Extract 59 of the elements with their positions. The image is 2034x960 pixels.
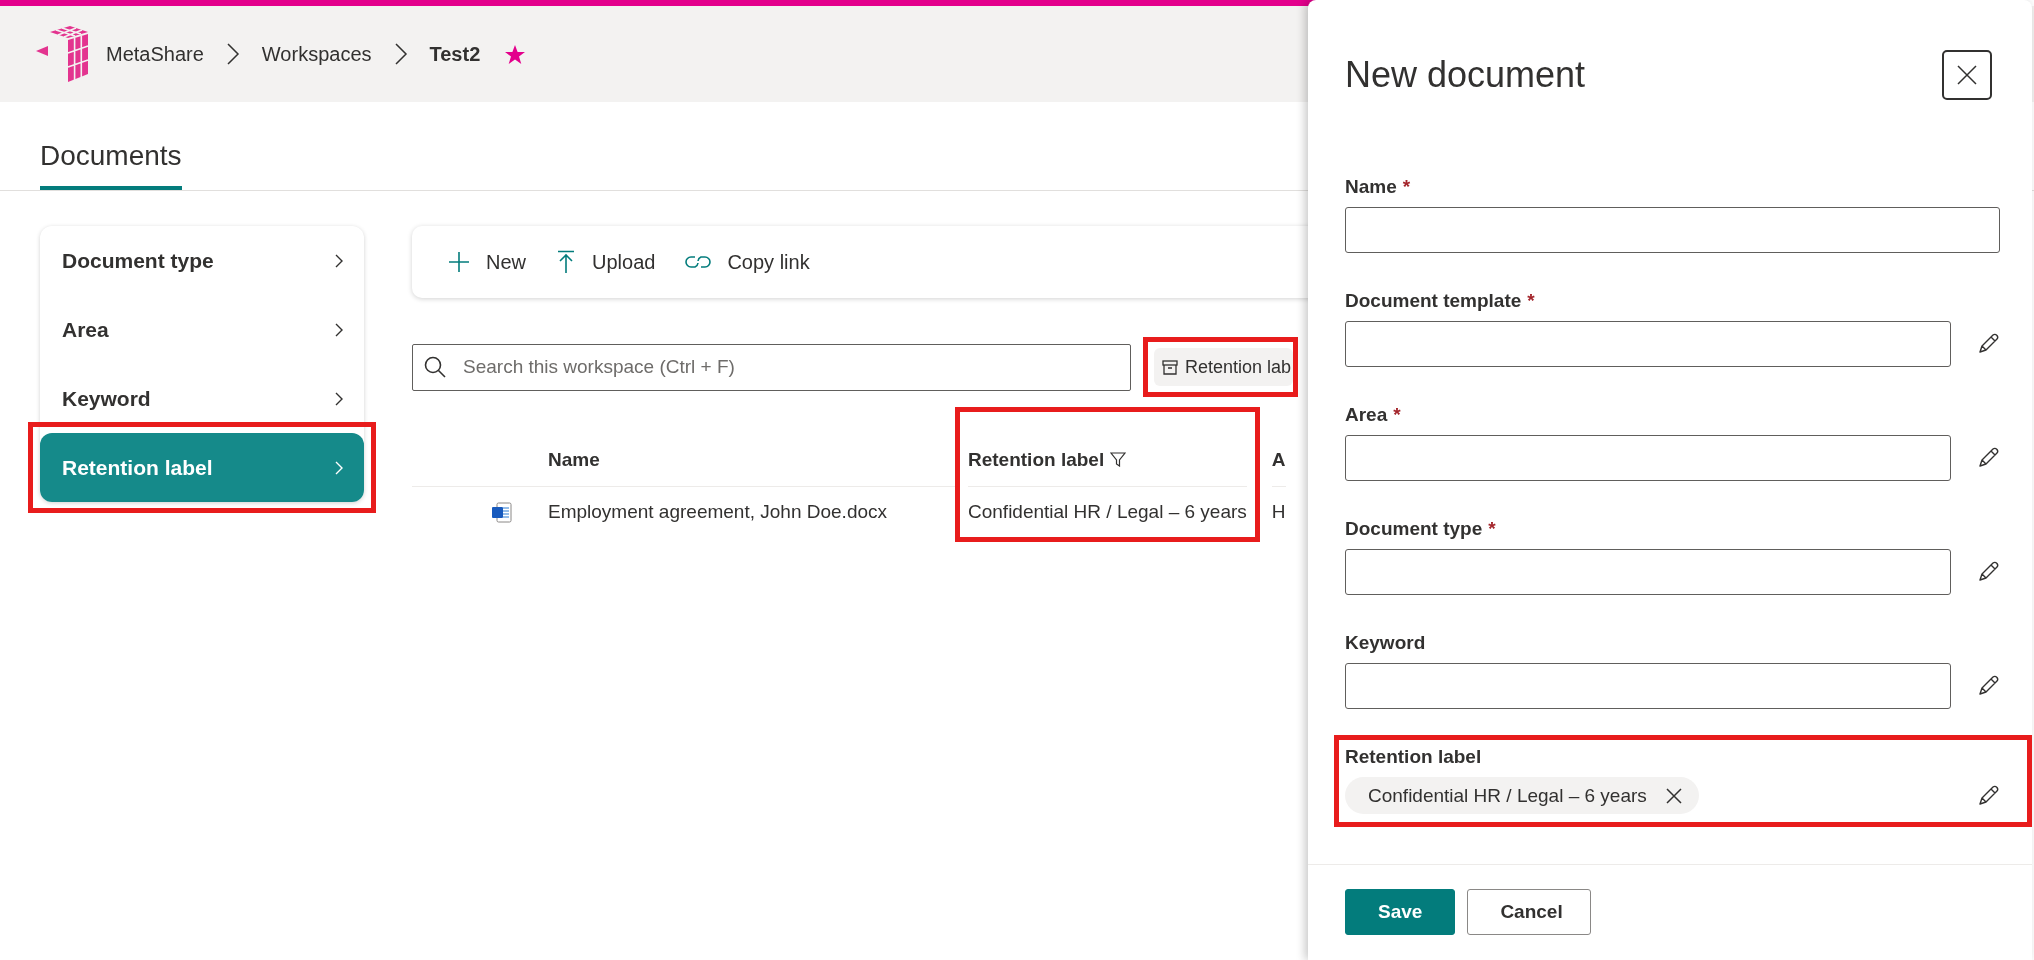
table-cell[interactable]: Employment agreement, John Doe.docx [548,501,887,523]
column-header[interactable]: Retention label [968,448,1105,471]
input-field[interactable] [1345,207,2000,253]
archive-icon [1162,359,1178,375]
filter-item[interactable]: Area [40,295,364,364]
input-field[interactable] [1345,663,1951,709]
breadcrumb-link[interactable]: Test2 [425,42,485,66]
pencil-icon[interactable] [1976,560,2000,584]
pencil-icon[interactable] [1976,674,2000,698]
logo-icon [34,24,90,84]
pencil-icon[interactable] [1976,446,2000,470]
chevron-right-icon [334,460,344,475]
search-icon [424,355,446,378]
document-icon [492,501,512,523]
toolbar-button[interactable]: Copy link [685,250,810,274]
required-mark: * [1488,518,1496,540]
input-field[interactable] [1345,321,1951,367]
cancel-button[interactable]: Cancel [1467,889,1592,935]
field-label: Area [1345,404,1388,426]
save-button[interactable]: Save [1345,889,1456,935]
breadcrumb-link[interactable]: Workspaces [257,42,376,66]
field-label: Name [1345,176,1397,198]
required-mark: * [1393,404,1401,426]
filter-item[interactable]: Document type [40,226,364,295]
filter-item[interactable]: Retention label [40,433,364,502]
tag-label: Confidential HR / Legal – 6 years [1368,784,1647,807]
chevron-right-icon [334,322,344,337]
chevron-right-icon [334,253,344,268]
chevron-right-icon [393,43,408,65]
field-label: Retention label [1345,746,1482,768]
input-field[interactable] [1345,435,1951,481]
panel-title: New document [1345,54,1586,96]
toolbar-button[interactable]: Upload [556,250,656,274]
close-icon[interactable] [1956,64,1978,86]
table-cell: H [1271,501,1286,523]
field-label: Keyword [1345,632,1426,654]
tab[interactable]: Documents [40,140,182,190]
filter-chip[interactable]: Retention lab [1154,348,1294,386]
field-label: Document template [1345,290,1522,312]
filter-item[interactable]: Keyword [40,364,364,433]
search-field[interactable]: Search this workspace (Ctrl + F) [412,343,1131,391]
required-mark: * [1527,290,1535,312]
chevron-right-icon [334,391,344,406]
remove-icon[interactable] [1664,786,1683,805]
table-cell: Confidential HR / Legal – 6 years [968,501,1247,523]
upload-icon [556,250,576,274]
input-field[interactable] [1345,549,1951,595]
chevron-right-icon [225,43,240,65]
column-header[interactable]: A [1271,448,1286,471]
field-label: Document type [1345,518,1483,540]
star-icon[interactable] [504,43,527,65]
pencil-icon[interactable] [1976,783,2000,808]
breadcrumb-link[interactable]: MetaShare [102,42,208,66]
required-mark: * [1402,176,1411,198]
close-button[interactable] [1942,50,1992,100]
column-header[interactable]: Name [548,448,600,471]
pencil-icon[interactable] [1976,332,2000,356]
plus-icon [448,251,470,273]
toolbar-button[interactable]: New [448,250,526,274]
